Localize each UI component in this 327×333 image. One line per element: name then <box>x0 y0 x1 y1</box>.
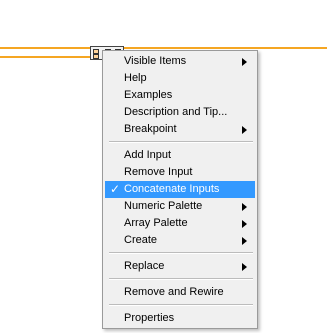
menu-item-description-and-tip[interactable]: Description and Tip... <box>105 104 255 121</box>
submenu-arrow-icon <box>242 263 247 271</box>
submenu-arrow-icon <box>242 237 247 245</box>
menu-item-label: Concatenate Inputs <box>124 183 220 195</box>
submenu-arrow-icon <box>242 203 247 211</box>
menu-separator <box>109 304 253 306</box>
menu-item-properties[interactable]: Properties <box>105 310 255 327</box>
menu-separator <box>109 252 253 254</box>
menu-item-breakpoint[interactable]: Breakpoint <box>105 121 255 138</box>
menu-item-label: Numeric Palette <box>124 200 203 212</box>
menu-item-label: Breakpoint <box>124 123 177 135</box>
menu-item-array-palette[interactable]: Array Palette <box>105 215 255 232</box>
menu-item-create[interactable]: Create <box>105 232 255 249</box>
wire-top <box>0 47 327 49</box>
menu-item-label: Properties <box>124 312 175 324</box>
context-menu: Visible Items Help Examples Description … <box>102 50 258 329</box>
submenu-arrow-icon <box>242 220 247 228</box>
menu-item-remove-input[interactable]: Remove Input <box>105 164 255 181</box>
menu-item-label: Description and Tip... <box>124 106 228 118</box>
wire-bottom <box>0 56 92 58</box>
menu-item-help[interactable]: Help <box>105 70 255 87</box>
menu-item-label: Add Input <box>124 149 172 161</box>
menu-separator <box>109 278 253 280</box>
menu-item-replace[interactable]: Replace <box>105 258 255 275</box>
menu-item-label: Remove and Rewire <box>124 286 224 298</box>
menu-item-label: Replace <box>124 260 165 272</box>
menu-item-examples[interactable]: Examples <box>105 87 255 104</box>
menu-item-label: Array Palette <box>124 217 188 229</box>
menu-item-label: Create <box>124 234 158 246</box>
menu-item-add-input[interactable]: Add Input <box>105 147 255 164</box>
menu-item-label: Visible Items <box>124 55 187 67</box>
submenu-arrow-icon <box>242 126 247 134</box>
menu-item-concatenate-inputs[interactable]: ✓ Concatenate Inputs <box>105 181 255 198</box>
menu-item-label: Examples <box>124 89 173 101</box>
menu-item-numeric-palette[interactable]: Numeric Palette <box>105 198 255 215</box>
checkmark-icon: ✓ <box>110 182 121 196</box>
submenu-arrow-icon <box>242 58 247 66</box>
node-terminal-icon <box>93 54 99 59</box>
menu-separator <box>109 141 253 143</box>
menu-item-remove-and-rewire[interactable]: Remove and Rewire <box>105 284 255 301</box>
menu-item-visible-items[interactable]: Visible Items <box>105 53 255 70</box>
menu-item-label: Remove Input <box>124 166 193 178</box>
menu-item-label: Help <box>124 72 147 84</box>
